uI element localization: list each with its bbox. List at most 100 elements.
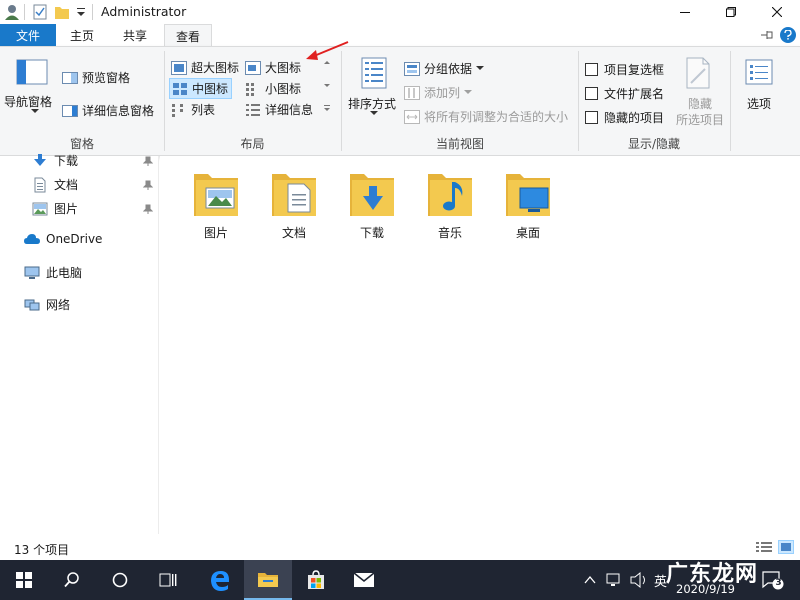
folder-music[interactable]: 音乐 (420, 168, 480, 240)
item-checkboxes-toggle[interactable]: 项目复选框 (585, 61, 664, 78)
layout-small-icons[interactable]: 小图标 (245, 80, 301, 97)
add-columns-button[interactable]: 添加列 (404, 84, 473, 101)
nav-item-onedrive[interactable]: OneDrive (24, 232, 102, 246)
show-hidden-icons-chevron-up-icon[interactable] (584, 575, 596, 585)
pin-ribbon-icon[interactable] (760, 29, 774, 41)
desktop-folder-icon (506, 174, 550, 216)
folder-downloads[interactable]: 下载 (342, 168, 402, 240)
nav-item-label: 图片 (54, 202, 79, 216)
hidden-items-toggle[interactable]: 隐藏的项目 (585, 109, 664, 126)
folder-label: 图片 (203, 226, 228, 240)
pin-icon[interactable] (143, 204, 153, 214)
layout-list[interactable]: 列表 (171, 101, 215, 118)
nav-item-label: OneDrive (46, 232, 103, 246)
options-label: 选项 (746, 97, 771, 111)
nav-pane-button[interactable]: 导航窗格 (4, 59, 58, 125)
properties-icon[interactable] (32, 3, 48, 21)
customize-quick-access-icon[interactable] (76, 3, 86, 21)
cortana-button[interactable] (96, 560, 144, 600)
tab-view[interactable]: 查看 (164, 24, 212, 47)
details-pane-button[interactable]: 详细信息窗格 (62, 102, 154, 119)
tab-file[interactable]: 文件 (0, 24, 56, 46)
ribbon-tab-bar: 文件 主页 共享 查看 (0, 24, 800, 47)
title-separator (92, 4, 93, 20)
medium-icons-icon (173, 82, 187, 95)
nav-item-downloads[interactable]: 下载 (32, 152, 78, 169)
nav-item-documents[interactable]: 文档 (32, 176, 78, 193)
task-view-button[interactable] (144, 560, 192, 600)
restore-icon (726, 7, 736, 17)
nav-item-network[interactable]: 网络 (24, 296, 70, 313)
group-current-view: 排序方式 分组依据 添加列 将所有列调整为合适的大小 当前视图 (342, 47, 578, 155)
group-show-hide: 项目复选框 文件扩展名 隐藏的项目 隐藏 所选项目 显示/隐藏 (579, 47, 729, 155)
documents-folder-icon (272, 174, 316, 216)
minimize-button[interactable] (662, 0, 708, 24)
pin-icon[interactable] (143, 180, 153, 190)
edge-browser-button[interactable] (196, 560, 244, 600)
group-label-layout: 布局 (240, 137, 265, 151)
details-view-icon[interactable] (756, 541, 772, 554)
group-label-show-hide: 显示/隐藏 (627, 137, 681, 151)
user-icon[interactable] (4, 3, 20, 21)
minimize-icon (680, 12, 690, 13)
item-checkboxes-checkbox[interactable] (585, 63, 598, 76)
navigation-pane: 下载 文档 图片 OneDrive 此电脑 网络 (0, 153, 159, 534)
layout-gallery-scroll[interactable] (321, 57, 333, 119)
music-folder-icon (428, 174, 472, 216)
small-icons-icon (246, 82, 254, 96)
layout-large-label: 大图标 (265, 61, 302, 75)
pin-icon[interactable] (143, 156, 153, 166)
hide-selected-label-2: 所选项目 (675, 113, 724, 127)
layout-medium-icons[interactable]: 中图标 (169, 78, 233, 99)
layout-extra-large-icons[interactable]: 超大图标 (171, 59, 239, 76)
action-center-button[interactable]: 3 (762, 570, 784, 590)
add-columns-label: 添加列 (424, 86, 461, 100)
details-icon (246, 103, 260, 116)
nav-item-pictures[interactable]: 图片 (32, 200, 78, 217)
network-icon (24, 299, 40, 310)
mail-button[interactable] (340, 560, 388, 600)
search-button[interactable] (48, 560, 96, 600)
file-extensions-toggle[interactable]: 文件扩展名 (585, 85, 664, 102)
folder-label: 桌面 (515, 226, 540, 240)
options-button[interactable]: 选项 (735, 57, 783, 127)
help-button[interactable] (780, 27, 796, 43)
group-by-button[interactable]: 分组依据 (404, 60, 485, 77)
tab-share[interactable]: 共享 (112, 24, 158, 46)
chevron-down-icon (464, 89, 473, 94)
hidden-items-checkbox[interactable] (585, 111, 598, 124)
folder-documents[interactable]: 文档 (264, 168, 324, 240)
search-icon (64, 572, 79, 588)
size-all-columns-button[interactable]: 将所有列调整为合适的大小 (404, 108, 568, 125)
file-explorer-button[interactable] (244, 560, 292, 600)
watermark-text: 广东龙网 (666, 562, 759, 587)
preview-pane-button[interactable]: 预览窗格 (62, 69, 130, 86)
chevron-down-icon (31, 109, 39, 113)
preview-pane-label: 预览窗格 (82, 71, 131, 85)
sort-by-button[interactable]: 排序方式 (348, 57, 400, 123)
large-icons-view-icon[interactable] (778, 540, 794, 554)
start-button[interactable] (0, 560, 48, 600)
nav-item-this-pc[interactable]: 此电脑 (24, 264, 82, 281)
network-status-icon[interactable] (606, 572, 622, 588)
layout-details[interactable]: 详细信息 (245, 101, 313, 118)
maximize-button[interactable] (708, 0, 754, 24)
document-icon (34, 177, 46, 192)
volume-icon[interactable] (630, 572, 648, 588)
folder-pictures[interactable]: 图片 (186, 168, 246, 240)
file-extensions-checkbox[interactable] (585, 87, 598, 100)
nav-item-label: 下载 (54, 154, 79, 168)
hide-selected-button[interactable]: 隐藏 所选项目 (671, 57, 729, 127)
cortana-ring-icon (112, 572, 128, 588)
tab-home[interactable]: 主页 (60, 24, 104, 46)
store-bag-icon (308, 570, 324, 589)
store-button[interactable] (292, 560, 340, 600)
layout-large-icons[interactable]: 大图标 (245, 59, 301, 76)
close-button[interactable] (754, 0, 800, 24)
title-bar: Administrator (0, 0, 800, 24)
navigation-pane-icon (16, 59, 48, 85)
details-pane-icon (62, 104, 78, 117)
new-folder-icon[interactable] (54, 3, 70, 21)
group-label-current-view: 当前视图 (435, 137, 484, 151)
folder-desktop[interactable]: 桌面 (498, 168, 558, 240)
